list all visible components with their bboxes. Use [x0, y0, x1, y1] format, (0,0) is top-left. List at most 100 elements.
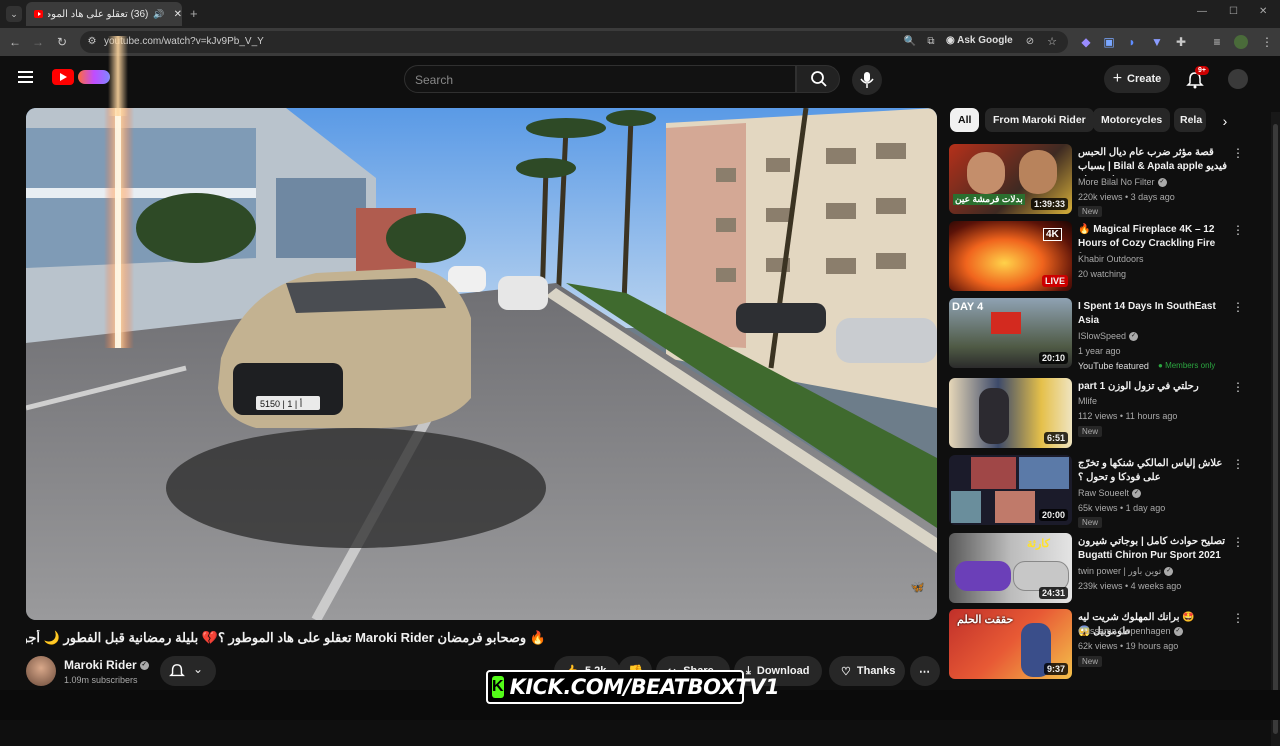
hamburger-menu-icon[interactable]	[18, 71, 33, 83]
more-actions-icon[interactable]: ⋮	[1232, 535, 1244, 549]
subscribed-button[interactable]: ⌄	[160, 656, 216, 686]
list-item[interactable]: DAY 4 20:10 I Spent 14 Days In SouthEast…	[949, 298, 1274, 371]
verified-icon: ✓	[1164, 567, 1174, 577]
scrollbar-thumb[interactable]	[1273, 124, 1278, 734]
duration-badge: 24:31	[1038, 587, 1068, 599]
recommendation-title[interactable]: قصة مؤثر ضرب عام ديال الحبس بسباب | Bila…	[1078, 146, 1228, 176]
youtube-logo[interactable]	[52, 69, 74, 85]
recommendation-title[interactable]: تصليح حوادث كامل | بوجاتي شيرون Bugatti …	[1078, 535, 1228, 563]
recommendation-channel[interactable]: More Bilal No Filter ✓	[1078, 177, 1167, 188]
search-input[interactable]: Search	[404, 65, 796, 93]
stream-overlay-banner: K KICK.COM/BEATBOXTV1	[486, 670, 780, 704]
video-thumbnail[interactable]: كارثة 24:31	[949, 533, 1072, 603]
recommendation-title[interactable]: رحلتي في تزول الوزن part 1	[1078, 380, 1228, 394]
more-actions-icon[interactable]: ⋮	[1232, 146, 1244, 160]
video-thumbnail[interactable]: 20:00	[949, 455, 1072, 525]
cast-icon[interactable]: ⧉	[923, 35, 939, 49]
thanks-label: Thanks	[856, 665, 896, 677]
profile-avatar[interactable]	[1234, 35, 1248, 49]
list-item[interactable]: 6:51 رحلتي في تزول الوزن part 1 Mlife 11…	[949, 378, 1274, 450]
recommendation-channel[interactable]: Oussama Copenhagen ✓	[1078, 626, 1183, 637]
extensions-puzzle-icon[interactable]: ✚	[1173, 35, 1189, 49]
forward-icon[interactable]: →	[30, 35, 46, 49]
channel-name: More Bilal No Filter	[1078, 177, 1155, 187]
extension-icon[interactable]: ◆	[1078, 35, 1094, 49]
browser-tab-active[interactable]: (36) تعقلو على هاد الموطور 🔊 ✕	[26, 2, 182, 26]
thanks-button[interactable]: ♡ Thanks	[829, 656, 905, 686]
recommendation-channel[interactable]: Raw Soueelt ✓	[1078, 488, 1142, 499]
reload-icon[interactable]: ↻	[54, 35, 70, 49]
thumbnail-car	[955, 561, 1011, 591]
extension-icon[interactable]: ▣	[1101, 35, 1117, 49]
extension-icon[interactable]: ◗	[1124, 35, 1140, 49]
list-item[interactable]: 20:00 علاش إلياس المالكي شنكها و تخرّج ع…	[949, 455, 1274, 528]
members-only-badge: ● Members only	[1158, 361, 1216, 370]
media-control-icon[interactable]: ≡	[1209, 35, 1225, 49]
recommendation-title[interactable]: علاش إلياس المالكي شنكها و تخرّج على فود…	[1078, 457, 1228, 485]
new-tab-button[interactable]: +	[190, 6, 198, 21]
minimize-button[interactable]: —	[1197, 6, 1207, 17]
account-avatar[interactable]	[1228, 69, 1248, 89]
list-item[interactable]: كارثة 24:31 تصليح حوادث كامل | بوجاتي شي…	[949, 533, 1274, 605]
video-player[interactable]: 5150 | أ | 1 🦋	[26, 108, 937, 620]
more-actions-icon[interactable]: ⋮	[1232, 300, 1244, 314]
close-window-button[interactable]: ✕	[1259, 6, 1267, 17]
video-thumbnail[interactable]: 6:51	[949, 378, 1072, 448]
thumbnail-panel	[995, 491, 1035, 523]
chip-from-channel[interactable]: From Maroki Rider	[985, 108, 1094, 132]
live-badge: LIVE	[1041, 275, 1068, 287]
license-plate-text: 5150 | أ | 1	[260, 397, 302, 409]
video-thumbnail[interactable]: 4K LIVE	[949, 221, 1072, 291]
speaker-icon[interactable]: 🔊	[153, 9, 164, 20]
list-item[interactable]: حققت الحلم 9:37 🤩 برانك المهلوك شريت ليه…	[949, 609, 1274, 681]
browser-menu-icon[interactable]: ⋮	[1259, 35, 1275, 49]
thumbnail-person	[1019, 150, 1057, 194]
bookmark-star-icon[interactable]: ☆	[1044, 35, 1060, 49]
site-info-icon[interactable]: ⚙	[84, 35, 100, 49]
create-button[interactable]: + Create	[1104, 65, 1170, 93]
ask-google-button[interactable]: ◉ Ask Google	[946, 35, 1013, 46]
recommendation-channel[interactable]: twin power | توين باور ✓	[1078, 566, 1174, 577]
recommendation-channel[interactable]: ISlowSpeed ✓	[1078, 331, 1139, 342]
recommendation-channel[interactable]: Khabir Outdoors	[1078, 254, 1144, 264]
create-label: Create	[1127, 73, 1162, 85]
butterfly-watermark: 🦋	[910, 580, 925, 594]
page-scrollbar[interactable]	[1271, 112, 1280, 746]
more-actions-icon[interactable]: ⋮	[1232, 611, 1244, 625]
eye-off-icon[interactable]: ⊘	[1022, 35, 1038, 49]
video-thumbnail[interactable]: بدلات فرمشة عين 1:39:33	[949, 144, 1072, 214]
thumbnail-caption: كارثة	[1027, 538, 1050, 550]
chip-motorcycles[interactable]: Motorcycles	[1093, 108, 1171, 132]
search-icon	[811, 71, 827, 87]
recommendation-title[interactable]: I Spent 14 Days In SouthEast Asia	[1078, 300, 1228, 328]
tab-close-icon[interactable]: ✕	[174, 9, 182, 20]
list-item[interactable]: 4K LIVE 🔥 Magical Fireplace 4K – 12 Hour…	[949, 221, 1274, 293]
more-actions-button[interactable]: ⋯	[910, 656, 940, 686]
chips-next-button[interactable]: ›	[1212, 108, 1238, 134]
list-item[interactable]: بدلات فرمشة عين 1:39:33 قصة مؤثر ضرب عام…	[949, 144, 1274, 217]
maximize-button[interactable]: ☐	[1229, 6, 1238, 17]
recommendation-channel[interactable]: Mlife	[1078, 396, 1097, 406]
new-badge: New	[1078, 206, 1103, 217]
extension-icon[interactable]: ▼	[1149, 35, 1165, 49]
voice-search-button[interactable]	[852, 65, 882, 95]
tab-list-button[interactable]: ⌄	[6, 6, 22, 22]
members-only-label: Members only	[1165, 361, 1216, 370]
video-thumbnail[interactable]: DAY 4 20:10	[949, 298, 1072, 368]
chip-related[interactable]: Rela	[1174, 108, 1206, 132]
more-actions-icon[interactable]: ⋮	[1232, 457, 1244, 471]
channel-name[interactable]: Maroki Rider ✓	[64, 658, 149, 672]
new-badge: New	[1078, 656, 1103, 667]
notifications-button[interactable]: 9+	[1184, 66, 1209, 92]
more-actions-icon[interactable]: ⋮	[1232, 380, 1244, 394]
back-icon[interactable]: ←	[7, 35, 23, 49]
video-thumbnail[interactable]: حققت الحلم 9:37	[949, 609, 1072, 679]
search-button[interactable]	[796, 65, 840, 93]
duration-badge: 20:00	[1038, 509, 1068, 521]
chip-all[interactable]: All	[950, 108, 980, 132]
more-actions-icon[interactable]: ⋮	[1232, 223, 1244, 237]
address-bar[interactable]: ⚙ youtube.com/watch?v=kJv9Pb_V_Y 🔍 ⧉ ◉ A…	[80, 31, 1068, 53]
zoom-icon[interactable]: 🔍	[902, 35, 918, 49]
recommendation-title[interactable]: 🔥 Magical Fireplace 4K – 12 Hours of Coz…	[1078, 223, 1228, 253]
channel-avatar[interactable]	[26, 656, 56, 686]
